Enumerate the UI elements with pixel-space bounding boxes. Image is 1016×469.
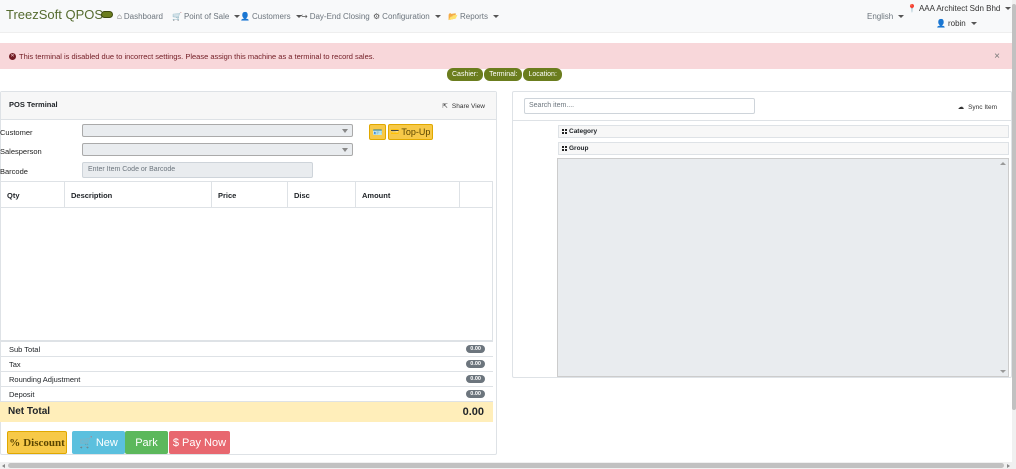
tax-value: 0.00 <box>466 360 485 368</box>
terminal-disabled-alert: ✕ This terminal is disabled due to incor… <box>0 43 1014 69</box>
rounding-value: 0.00 <box>466 375 485 383</box>
chevron-down-icon <box>342 148 348 152</box>
nav-point-of-sale[interactable]: 🛒 Point of Sale <box>172 12 241 21</box>
nav-day-end-closing[interactable]: ↪ Day-End Closing <box>301 12 370 21</box>
user-icon: 👤 <box>936 19 946 28</box>
chevron-down-icon <box>492 15 499 18</box>
barcode-input[interactable]: Enter Item Code or Barcode <box>82 162 313 178</box>
gear-icon: ⚙ <box>373 12 381 21</box>
top-navbar: TreezSoft QPOS ⌂ Dashboard 🛒 Point of Sa… <box>0 0 1012 33</box>
nav-customers[interactable]: 👤 Customers <box>240 12 302 21</box>
percent-icon: % <box>9 436 21 449</box>
users-icon: 👤 <box>240 12 250 21</box>
column-price: Price <box>212 182 288 208</box>
terminal-badge: Terminal: <box>484 68 523 81</box>
column-qty: Qty <box>1 182 65 208</box>
cart-icon: 🛒 <box>79 437 93 449</box>
deposit-value: 0.00 <box>466 390 485 398</box>
column-disc: Disc <box>288 182 356 208</box>
alert-message: This terminal is disabled due to incorre… <box>19 51 375 61</box>
id-card-icon: 🪪 <box>372 127 383 137</box>
pay-now-button[interactable]: $ Pay Now <box>169 431 230 454</box>
park-button[interactable]: Park <box>125 431 168 454</box>
dollar-icon: $ <box>172 436 180 449</box>
language-dropdown[interactable]: English <box>867 12 905 21</box>
user-dropdown[interactable]: 👤 robin <box>936 19 977 28</box>
page-horizontal-scrollbar[interactable] <box>0 462 1016 469</box>
cart-icon: 🛒 <box>172 12 182 21</box>
company-dropdown[interactable]: 📍 AAA Architect Sdn Bhd <box>907 4 1012 13</box>
scroll-down-arrow[interactable] <box>1000 370 1006 373</box>
tax-row: Tax 0.00 <box>0 356 493 371</box>
vertical-scroll-thumb[interactable] <box>1012 4 1016 410</box>
folder-icon: 📂 <box>448 12 458 21</box>
pos-terminal-header: POS Terminal ⇱ Share View <box>1 92 496 120</box>
chevron-down-icon <box>434 15 441 18</box>
home-icon: ⌂ <box>117 12 122 21</box>
barcode-label: Barcode <box>0 167 28 176</box>
share-icon: ↪ <box>301 12 308 21</box>
salesperson-select[interactable] <box>82 143 353 156</box>
search-item-input[interactable]: Search item.... <box>524 98 755 114</box>
grid-icon <box>562 129 567 134</box>
category-accordion-header[interactable]: Category <box>558 125 1009 138</box>
net-total-label: Net Total <box>8 406 51 417</box>
nav-dashboard[interactable]: ⌂ Dashboard <box>117 12 163 21</box>
deposit-row: Deposit 0.00 <box>0 386 493 401</box>
customer-select[interactable] <box>82 124 353 137</box>
scroll-up-arrow[interactable] <box>1000 162 1006 165</box>
item-grid-area[interactable] <box>557 158 1009 377</box>
sync-item-button[interactable]: ☁ Sync Item <box>957 103 997 112</box>
mode-toggle[interactable] <box>101 11 113 18</box>
net-total-row: Net Total 0.00 <box>0 401 493 422</box>
chevron-down-icon <box>898 15 905 18</box>
topup-button[interactable]: 💳 Top-Up <box>388 124 433 140</box>
grid-icon <box>562 146 567 151</box>
page-vertical-scrollbar[interactable] <box>1012 0 1016 469</box>
chevron-down-icon <box>342 129 348 133</box>
cashier-badge: Cashier: <box>447 68 484 81</box>
group-accordion-header[interactable]: Group <box>558 142 1009 155</box>
new-order-button[interactable]: 🛒 New <box>72 431 125 454</box>
pos-terminal-title: POS Terminal <box>9 100 58 109</box>
column-description: Description <box>65 182 212 208</box>
salesperson-label: Salesperson <box>0 147 42 156</box>
share-icon: ⇱ <box>442 103 448 110</box>
error-circle-icon: ✕ <box>9 52 16 60</box>
horizontal-scroll-thumb[interactable] <box>8 463 1004 468</box>
rounding-row: Rounding Adjustment 0.00 <box>0 371 493 386</box>
scroll-left-arrow[interactable] <box>2 464 5 468</box>
scroll-right-arrow[interactable] <box>1007 464 1010 468</box>
member-card-button[interactable]: 🪪 <box>369 124 386 140</box>
discount-button[interactable]: % Discount <box>7 431 67 454</box>
nav-configuration[interactable]: ⚙ Configuration <box>373 12 441 21</box>
table-header-row: Qty Description Price Disc Amount <box>1 182 492 208</box>
subtotal-row: Sub Total 0.00 <box>0 341 493 356</box>
share-view-button[interactable]: ⇱ Share View <box>442 102 485 111</box>
location-badge: Location: <box>523 68 562 81</box>
cloud-sync-icon: ☁ <box>957 104 965 111</box>
chevron-down-icon <box>1005 7 1012 10</box>
nav-reports[interactable]: 📂 Reports <box>448 12 499 21</box>
session-info-badges: Cashier: Terminal: Location: <box>447 68 562 81</box>
subtotal-value: 0.00 <box>466 345 485 353</box>
brand-logo[interactable]: TreezSoft QPOS <box>6 7 103 22</box>
close-icon[interactable]: × <box>994 51 1000 62</box>
wallet-icon: 💳 <box>390 129 400 136</box>
customer-label: Customer <box>0 128 33 137</box>
net-total-value: 0.00 <box>462 406 484 418</box>
order-items-table: Qty Description Price Disc Amount <box>0 181 493 341</box>
column-amount: Amount <box>356 182 460 208</box>
chevron-down-icon <box>970 22 977 25</box>
map-marker-icon: 📍 <box>907 4 917 13</box>
